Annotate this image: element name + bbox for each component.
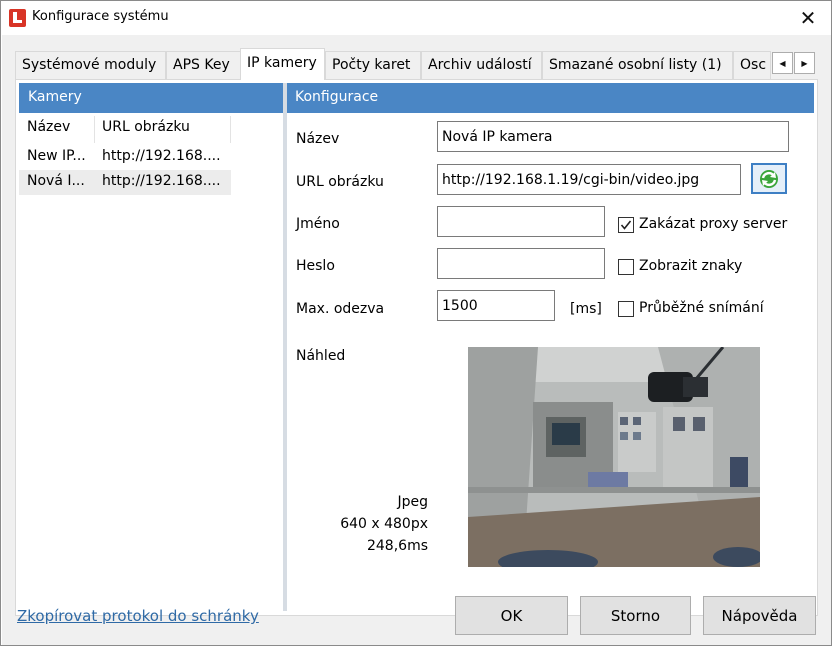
tab-deleted-personal-sheets[interactable]: Smazané osobní listy (1) <box>542 51 733 79</box>
column-divider[interactable] <box>94 116 95 143</box>
preview-resolution: 640 x 480px <box>340 516 428 532</box>
preview-response-time: 248,6ms <box>366 538 428 554</box>
title-bar[interactable]: Konfigurace systému ✕ <box>1 1 831 35</box>
camera-snapshot <box>468 347 760 567</box>
tab-event-archive[interactable]: Archiv událostí <box>421 51 542 79</box>
camera-url-cell: http://192.168.... <box>102 173 221 189</box>
show-chars-checkbox[interactable] <box>618 259 634 275</box>
ok-button[interactable]: OK <box>455 596 568 635</box>
disable-proxy-checkbox[interactable] <box>618 217 634 233</box>
username-input[interactable] <box>437 206 605 237</box>
check-icon <box>620 220 632 230</box>
cameras-pane: Kamery Název URL obrázku New IP... http:… <box>19 83 283 611</box>
url-label: URL obrázku <box>296 174 384 190</box>
camera-row[interactable]: New IP... http://192.168.... <box>19 145 231 170</box>
column-divider[interactable] <box>230 116 231 143</box>
disable-proxy-label[interactable]: Zakázat proxy server <box>639 216 787 232</box>
camera-name-cell: Nová I... <box>27 173 85 189</box>
cancel-button[interactable]: Storno <box>580 596 691 635</box>
refresh-icon <box>760 169 778 188</box>
camera-name-input[interactable] <box>437 121 789 152</box>
app-logo-icon <box>9 9 26 27</box>
dialog-window: Konfigurace systému ✕ Systémové moduly A… <box>0 0 832 646</box>
close-icon: ✕ <box>799 6 817 30</box>
camera-name-cell: New IP... <box>27 148 86 164</box>
copy-log-link[interactable]: Zkopírovat protokol do schránky <box>17 607 259 625</box>
preview-format: Jpeg <box>397 494 428 510</box>
timeout-unit: [ms] <box>570 301 602 317</box>
camera-row-selected[interactable]: Nová I... http://192.168.... <box>19 170 231 195</box>
preview-label: Náhled <box>296 348 346 364</box>
password-label: Heslo <box>296 258 335 274</box>
chevron-left-icon: ◀ <box>779 58 786 68</box>
image-url-input[interactable] <box>437 164 741 195</box>
chevron-right-icon: ▶ <box>801 58 808 68</box>
tab-ip-cameras[interactable]: IP kamery <box>240 48 325 80</box>
tab-card-counts[interactable]: Počty karet <box>325 51 421 79</box>
help-button[interactable]: Nápověda <box>703 596 816 635</box>
tab-scroll-left-button[interactable]: ◀ <box>772 52 793 74</box>
configuration-header: Konfigurace <box>287 83 814 113</box>
tab-truncated[interactable]: Osc <box>733 51 771 79</box>
configuration-pane: Konfigurace Název URL obrázku Jméno <box>287 83 814 611</box>
camera-preview-image <box>468 347 760 567</box>
continuous-capture-checkbox[interactable] <box>618 301 634 317</box>
timeout-input[interactable] <box>437 290 555 321</box>
tab-strip: Systémové moduly APS Key IP kamery Počty… <box>15 48 818 80</box>
continuous-capture-label[interactable]: Průběžné snímání <box>639 300 764 316</box>
column-header-url[interactable]: URL obrázku <box>102 119 190 135</box>
show-chars-label[interactable]: Zobrazit znaky <box>639 258 742 274</box>
username-label: Jméno <box>296 216 340 232</box>
refresh-preview-button[interactable] <box>751 163 787 194</box>
tab-system-modules[interactable]: Systémové moduly <box>15 51 166 79</box>
dialog-client-area: Systémové moduly APS Key IP kamery Počty… <box>2 35 831 645</box>
name-label: Název <box>296 131 340 147</box>
window-title: Konfigurace systému <box>32 9 169 24</box>
camera-url-cell: http://192.168.... <box>102 148 221 164</box>
password-input[interactable] <box>437 248 605 279</box>
tab-scroll-right-button[interactable]: ▶ <box>794 52 815 74</box>
timeout-label: Max. odezva <box>296 301 385 317</box>
column-header-name[interactable]: Název <box>27 119 70 135</box>
cameras-column-headers: Název URL obrázku <box>19 113 283 145</box>
tab-aps-key[interactable]: APS Key <box>166 51 241 79</box>
close-button[interactable]: ✕ <box>785 1 831 35</box>
ip-cameras-panel: Kamery Název URL obrázku New IP... http:… <box>15 79 818 616</box>
cameras-header: Kamery <box>19 83 283 113</box>
